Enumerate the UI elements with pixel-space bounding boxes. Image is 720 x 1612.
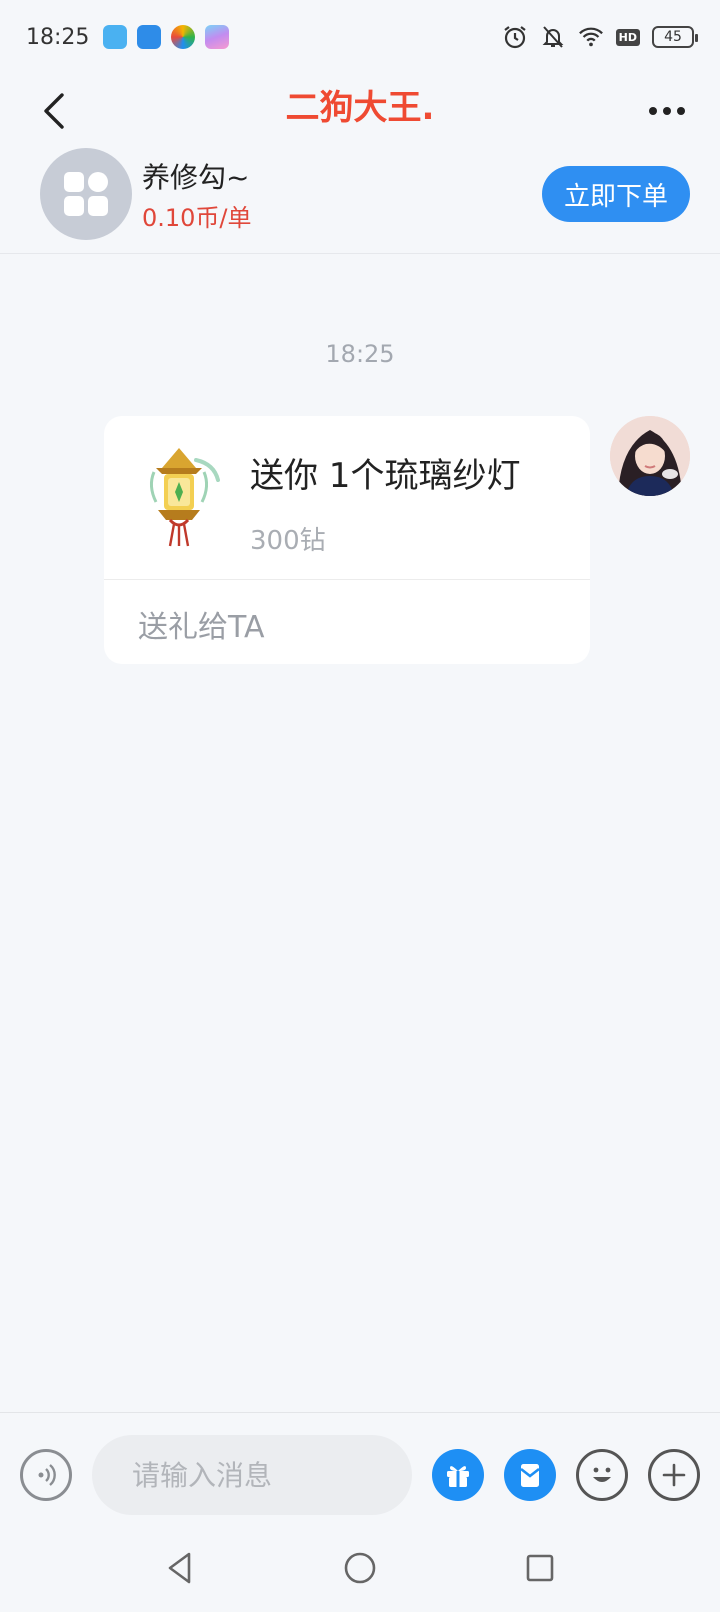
circle-home-icon bbox=[344, 1552, 376, 1584]
app-notification-icon bbox=[171, 25, 196, 49]
message-input-bar bbox=[0, 1412, 720, 1530]
send-gift-link[interactable]: 送礼给TA bbox=[138, 602, 265, 646]
app-notification-icon bbox=[137, 25, 162, 49]
add-more-button[interactable] bbox=[648, 1449, 700, 1501]
system-back-button[interactable] bbox=[160, 1548, 200, 1588]
status-bar: 18:25 HD 45 bbox=[0, 0, 720, 74]
system-navigation-bar bbox=[0, 1530, 720, 1612]
bell-off-icon bbox=[540, 24, 566, 50]
avatar bbox=[610, 416, 690, 496]
app-notification-icon bbox=[205, 25, 230, 49]
gift-price: 300钻 bbox=[250, 526, 326, 556]
system-home-button[interactable] bbox=[340, 1548, 380, 1588]
square-recent-icon bbox=[526, 1554, 554, 1582]
wifi-icon bbox=[578, 24, 604, 50]
status-time: 18:25 bbox=[26, 24, 90, 50]
more-options-button[interactable] bbox=[642, 86, 692, 136]
gift-icon bbox=[447, 1466, 469, 1487]
red-packet-button[interactable] bbox=[504, 1449, 556, 1501]
triangle-back-icon bbox=[168, 1552, 191, 1584]
lantern-gift-icon bbox=[134, 446, 224, 550]
gift-title: 送你 1个琉璃纱灯 bbox=[250, 456, 521, 496]
user-avatar[interactable] bbox=[610, 416, 690, 496]
status-app-icons bbox=[103, 25, 230, 49]
system-recent-apps-button[interactable] bbox=[520, 1548, 560, 1588]
battery-icon: 45 bbox=[652, 26, 698, 48]
emoji-button[interactable] bbox=[576, 1449, 628, 1501]
voice-icon bbox=[38, 1464, 56, 1486]
emoji-icon bbox=[593, 1467, 611, 1482]
more-dot-icon bbox=[677, 107, 685, 115]
message-input[interactable] bbox=[92, 1435, 412, 1515]
gift-message-card[interactable]: 送你 1个琉璃纱灯 300钻 送礼给TA bbox=[104, 416, 590, 664]
order-now-button[interactable]: 立即下单 bbox=[542, 166, 690, 222]
more-dot-icon bbox=[649, 107, 657, 115]
page-title: 二狗大王. bbox=[285, 88, 435, 128]
hd-icon: HD bbox=[615, 28, 640, 46]
red-packet-icon bbox=[520, 1464, 540, 1487]
alarm-icon bbox=[502, 24, 528, 50]
status-icons: HD 45 bbox=[502, 24, 698, 50]
gift-info: 送你 1个琉璃纱灯 300钻 bbox=[104, 416, 590, 580]
chat-timestamp: 18:25 bbox=[325, 340, 395, 368]
service-price: 0.10币/单 bbox=[142, 204, 252, 232]
gift-button[interactable] bbox=[432, 1449, 484, 1501]
app-notification-icon bbox=[103, 25, 128, 49]
plus-icon bbox=[662, 1463, 686, 1487]
service-header: 养修勾~ 0.10币/单 立即下单 bbox=[0, 146, 720, 254]
service-name: 养修勾~ bbox=[142, 161, 250, 194]
service-avatar-icon[interactable] bbox=[40, 148, 132, 240]
more-dot-icon bbox=[663, 107, 671, 115]
voice-input-button[interactable] bbox=[20, 1449, 72, 1501]
